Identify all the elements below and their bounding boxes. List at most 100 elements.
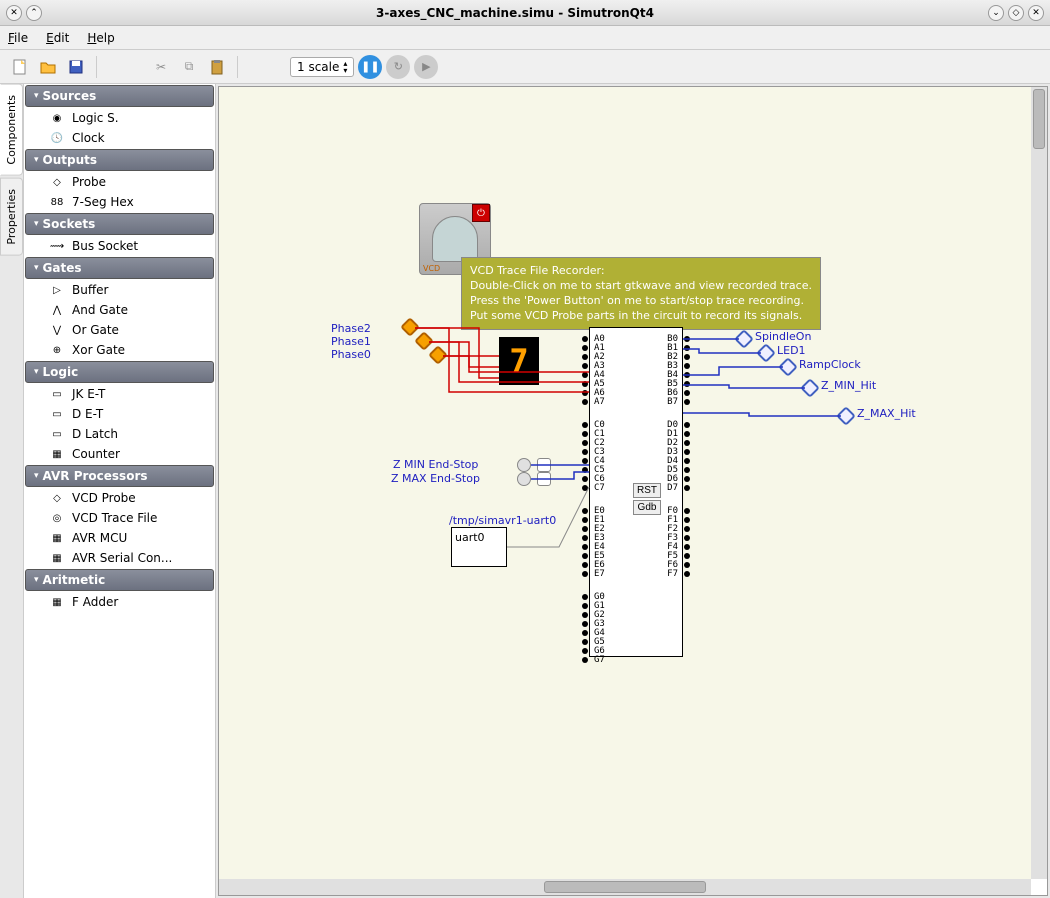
pin-dot[interactable] [582,431,588,437]
pin-dot[interactable] [582,603,588,609]
menu-help[interactable]: Help [87,31,114,45]
group-header-aritmetic[interactable]: Aritmetic [25,569,214,591]
pin-dot[interactable] [582,476,588,482]
tree-item[interactable]: ◉Logic S. [24,108,215,128]
tab-properties[interactable]: Properties [0,178,23,256]
menu-file[interactable]: File [8,31,28,45]
save-file-icon[interactable] [64,55,88,79]
pin-dot[interactable] [582,526,588,532]
group-header-outputs[interactable]: Outputs [25,149,214,171]
tree-item[interactable]: 🕓Clock [24,128,215,148]
pin-dot[interactable] [582,336,588,342]
pin-dot[interactable] [684,354,690,360]
vertical-scrollbar[interactable] [1031,87,1047,879]
tree-item[interactable]: ⊕Xor Gate [24,340,215,360]
phase2-led[interactable] [400,317,420,337]
pin-dot[interactable] [582,381,588,387]
pin-dot[interactable] [582,458,588,464]
led1-probe[interactable] [756,343,776,363]
app-menu-icon[interactable]: ✕ [6,5,22,21]
pin-dot[interactable] [684,562,690,568]
pin-dot[interactable] [582,372,588,378]
group-header-logic[interactable]: Logic [25,361,214,383]
z-min-switch[interactable] [517,458,531,472]
z-max-switch[interactable] [517,472,531,486]
pin-dot[interactable] [582,467,588,473]
tree-item[interactable]: ▦Counter [24,444,215,464]
pin-dot[interactable] [684,345,690,351]
horizontal-scrollbar[interactable] [219,879,1031,895]
pin-dot[interactable] [582,535,588,541]
tree-item[interactable]: ⟿Bus Socket [24,236,215,256]
tab-components[interactable]: Components [0,84,23,176]
zminhit-probe[interactable] [800,378,820,398]
pin-dot[interactable] [582,354,588,360]
paste-icon[interactable] [205,55,229,79]
pin-dot[interactable] [582,562,588,568]
group-header-gates[interactable]: Gates [25,257,214,279]
scale-selector[interactable]: 1 scale ▴▾ [290,57,354,77]
pin-dot[interactable] [684,476,690,482]
pin-dot[interactable] [582,544,588,550]
pin-dot[interactable] [582,594,588,600]
pin-dot[interactable] [582,630,588,636]
pin-dot[interactable] [684,485,690,491]
tree-item[interactable]: ▭D E-T [24,404,215,424]
pin-dot[interactable] [582,639,588,645]
tree-item[interactable]: ▭JK E-T [24,384,215,404]
tree-item[interactable]: ▷Buffer [24,280,215,300]
pin-dot[interactable] [684,517,690,523]
mcu-chip[interactable]: RST Gdb A0A1A2A3A4A5A6A7C0C1C2C3C4C5C6C7… [589,327,683,657]
spindleon-probe[interactable] [734,329,754,349]
pin-dot[interactable] [582,449,588,455]
phase1-led[interactable] [414,331,434,351]
seven-segment[interactable]: 7 [499,337,539,385]
tree-item[interactable]: ▦AVR Serial Con... [24,548,215,568]
copy-icon[interactable]: ⧉ [177,55,201,79]
pin-dot[interactable] [684,571,690,577]
zmaxhit-probe[interactable] [836,406,856,426]
close-icon[interactable]: ✕ [1028,5,1044,21]
pin-dot[interactable] [684,390,690,396]
pin-dot[interactable] [582,571,588,577]
pin-dot[interactable] [684,467,690,473]
pin-dot[interactable] [582,440,588,446]
pin-dot[interactable] [582,612,588,618]
pin-dot[interactable] [684,553,690,559]
pin-dot[interactable] [684,431,690,437]
pin-dot[interactable] [684,422,690,428]
pin-dot[interactable] [582,345,588,351]
pin-dot[interactable] [582,621,588,627]
pin-dot[interactable] [582,553,588,559]
pin-dot[interactable] [582,399,588,405]
tree-item[interactable]: 887-Seg Hex [24,192,215,212]
minimize-icon[interactable]: ⌄ [988,5,1004,21]
tree-item[interactable]: ▭D Latch [24,424,215,444]
menu-edit[interactable]: Edit [46,31,69,45]
phase0-led[interactable] [428,345,448,365]
pin-dot[interactable] [684,399,690,405]
pin-dot[interactable] [582,517,588,523]
rampclock-probe[interactable] [778,357,798,377]
tree-item[interactable]: ◇Probe [24,172,215,192]
pin-dot[interactable] [684,544,690,550]
rst-button[interactable]: RST [633,483,661,498]
pin-dot[interactable] [684,449,690,455]
pin-dot[interactable] [582,657,588,663]
cut-icon[interactable]: ✂ [149,55,173,79]
pin-dot[interactable] [684,363,690,369]
gdb-button[interactable]: Gdb [633,500,661,515]
group-header-sockets[interactable]: Sockets [25,213,214,235]
power-icon[interactable]: ⏻ [472,204,490,222]
pin-dot[interactable] [582,485,588,491]
pin-dot[interactable] [582,390,588,396]
pin-dot[interactable] [684,526,690,532]
maximize-icon[interactable]: ◇ [1008,5,1024,21]
pin-dot[interactable] [582,363,588,369]
pin-dot[interactable] [684,440,690,446]
pin-dot[interactable] [684,508,690,514]
pin-dot[interactable] [684,535,690,541]
pin-dot[interactable] [684,381,690,387]
tree-item[interactable]: ◇VCD Probe [24,488,215,508]
group-header-sources[interactable]: Sources [25,85,214,107]
